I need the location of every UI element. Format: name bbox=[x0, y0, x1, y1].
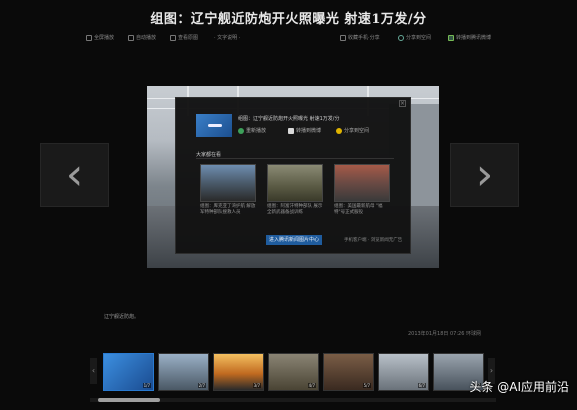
replay-label: 重新播放 bbox=[246, 128, 267, 134]
thumbnail-counter: 2/7 bbox=[197, 383, 206, 388]
strip-left-arrow-icon[interactable]: ‹ bbox=[90, 358, 97, 384]
weibo-icon bbox=[288, 127, 294, 134]
recommend-thumbnail[interactable] bbox=[200, 164, 256, 202]
share-qzone-button[interactable]: 分享到空间 bbox=[398, 34, 431, 41]
recommend-caption[interactable]: 组图：阿富汗特种部队 展示全新武器备战训练 bbox=[267, 204, 323, 216]
share-weibo-label: 转播到腾讯微博 bbox=[456, 35, 492, 41]
replay-button[interactable]: 重新播放 bbox=[238, 127, 266, 134]
view-original-label: 查看原图 bbox=[178, 35, 199, 41]
thumbnail[interactable]: 1/7 bbox=[103, 353, 154, 391]
recommend-thumbnail[interactable] bbox=[334, 164, 390, 202]
gallery-title: 组图：辽宁舰近防炮开火照曝光 射速1万发/分 bbox=[238, 116, 340, 122]
recommend-caption[interactable]: 组图：美国最新航母 "福特"号正式服役 bbox=[334, 204, 390, 216]
recommend-heading: 大家都在看 bbox=[196, 152, 222, 158]
watermark: 头条 @AI应用前沿 bbox=[469, 380, 569, 394]
view-original-button[interactable]: 查看原图 bbox=[170, 34, 198, 41]
play-icon bbox=[128, 34, 134, 41]
recommend-item[interactable]: 组图：阿富汗特种部队 展示全新武器备战训练 bbox=[267, 164, 323, 216]
weibo-icon bbox=[448, 34, 454, 41]
gallery-cover-thumbnail[interactable] bbox=[196, 114, 232, 137]
page-title: 组图：辽宁舰近防炮开火照曝光 射速1万发/分 bbox=[150, 12, 427, 27]
share-weibo-panel-button[interactable]: 转播到微博 bbox=[288, 127, 321, 134]
qzone-icon bbox=[398, 34, 404, 41]
image-icon bbox=[170, 34, 176, 41]
mobile-client-link[interactable]: 手机客户端 · 浏览新闻无广告 bbox=[344, 237, 402, 243]
replay-icon bbox=[238, 127, 244, 134]
share-weibo-button[interactable]: 转播到腾讯微博 bbox=[448, 34, 491, 41]
thumbnail[interactable]: 6/7 bbox=[378, 353, 429, 391]
photo-meta: 2013年01月18日 07:26 环球网 bbox=[407, 331, 481, 337]
end-of-gallery-panel: × 组图：辽宁舰近防炮开火照曝光 射速1万发/分 重新播放 转播到微博 分享到空… bbox=[175, 97, 411, 254]
thumbnail-strip: ‹ 1/7 2/7 3/7 4/7 5/7 6/7 7/7 › bbox=[90, 353, 496, 391]
thumbnail[interactable]: 2/7 bbox=[158, 353, 209, 391]
recommend-item[interactable]: 组图：库克亚丁湾护航 解放军特种部队搜救人员 bbox=[200, 164, 256, 216]
previous-photo-button[interactable]: ‹ bbox=[40, 143, 109, 207]
thumbnail-counter: 4/7 bbox=[307, 383, 316, 388]
share-weibo-panel-label: 转播到微博 bbox=[296, 128, 322, 134]
auto-play-button[interactable]: 自动播放 bbox=[128, 34, 156, 41]
divider bbox=[196, 158, 394, 159]
jet-icon bbox=[208, 124, 222, 127]
qzone-icon bbox=[336, 127, 342, 134]
caption-toggle[interactable]: · 文字说明 · bbox=[214, 34, 240, 41]
fullscreen-icon bbox=[86, 34, 92, 41]
share-qzone-panel-label: 分享到空间 bbox=[344, 128, 370, 134]
chevron-left-icon: ‹ bbox=[65, 149, 84, 200]
close-icon[interactable]: × bbox=[399, 100, 406, 107]
caption-toggle-label: · 文字说明 · bbox=[214, 35, 241, 41]
auto-play-label: 自动播放 bbox=[136, 35, 157, 41]
recommend-thumbnail[interactable] bbox=[267, 164, 323, 202]
recommend-caption[interactable]: 组图：库克亚丁湾护航 解放军特种部队搜救人员 bbox=[200, 204, 256, 216]
share-qzone-label: 分享到空间 bbox=[406, 35, 432, 41]
thumbnail-counter: 5/7 bbox=[362, 383, 371, 388]
fullscreen-button[interactable]: 全屏播放 bbox=[86, 34, 114, 41]
share-qzone-panel-button[interactable]: 分享到空间 bbox=[336, 127, 369, 134]
gallery-toolbar: 全屏播放 自动播放 查看原图 · 文字说明 · 收藏手机·分享 分享到空间 转播… bbox=[0, 34, 577, 48]
thumbnail[interactable]: 5/7 bbox=[323, 353, 374, 391]
thumbnail[interactable]: 4/7 bbox=[268, 353, 319, 391]
thumbnail-counter: 3/7 bbox=[252, 383, 261, 388]
enter-photo-center-button[interactable]: 进入腾讯新闻图片中心 bbox=[266, 235, 322, 245]
thumbnail-counter: 6/7 bbox=[417, 383, 426, 388]
recommend-item[interactable]: 组图：美国最新航母 "福特"号正式服役 bbox=[334, 164, 390, 216]
phone-icon bbox=[340, 34, 346, 41]
next-photo-button[interactable]: › bbox=[450, 143, 519, 207]
save-to-phone-button[interactable]: 收藏手机·分享 bbox=[340, 34, 380, 41]
thumbnail-counter: 1/7 bbox=[142, 383, 151, 388]
strip-scrollbar-thumb[interactable] bbox=[98, 398, 160, 402]
save-to-phone-label: 收藏手机·分享 bbox=[348, 35, 380, 41]
chevron-right-icon: › bbox=[475, 149, 494, 200]
thumbnail[interactable]: 3/7 bbox=[213, 353, 264, 391]
fullscreen-label: 全屏播放 bbox=[94, 35, 115, 41]
photo-caption: 辽宁舰近防炮。 bbox=[104, 314, 140, 320]
